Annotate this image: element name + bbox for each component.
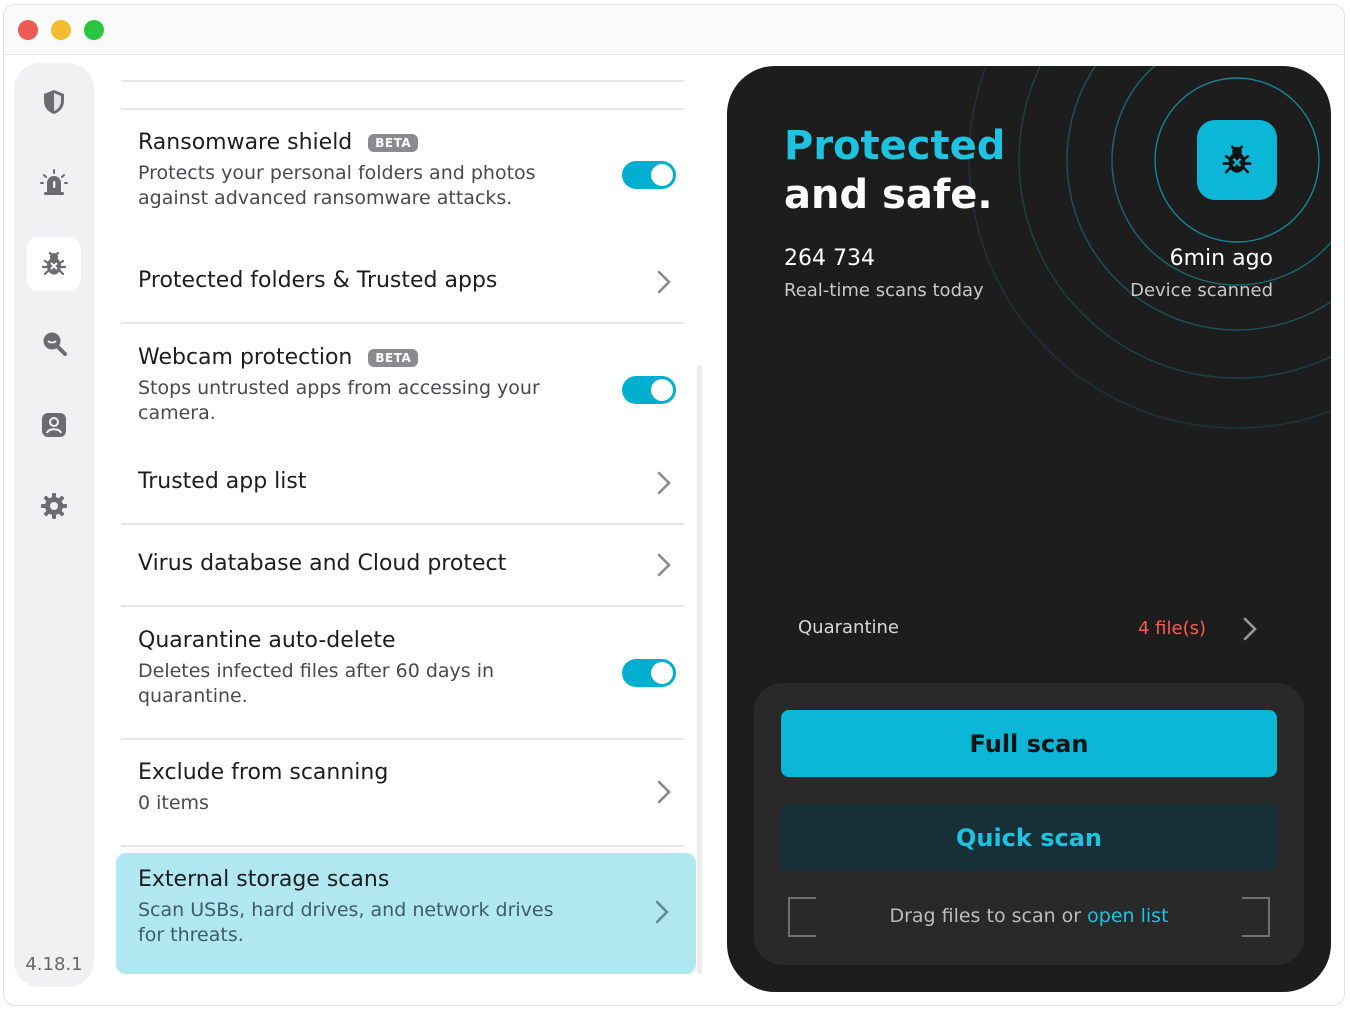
full-scan-button[interactable]: Full scan (781, 710, 1277, 777)
divider (121, 523, 684, 525)
drop-hint-text: Drag files to scan or (889, 905, 1082, 927)
beta-badge: BETA (368, 348, 419, 367)
sidebar-item-settings[interactable] (27, 479, 81, 533)
setting-webcam-protection: Webcam protection BETA Stops untrusted ap… (138, 345, 676, 426)
setting-quarantine-auto-delete: Quarantine auto-delete Deletes infected … (138, 628, 676, 709)
chevron-right-icon[interactable] (656, 780, 672, 804)
drop-hint: Drag files to scan or open list (788, 905, 1270, 927)
ransomware-shield-toggle[interactable] (622, 161, 676, 189)
setting-description: Stops untrusted apps from accessing your… (138, 377, 540, 424)
chevron-right-icon[interactable] (656, 270, 672, 294)
sidebar: 4.18.1 (14, 63, 94, 987)
divider (121, 108, 684, 110)
app-version: 4.18.1 (25, 954, 83, 975)
setting-exclude-from-scanning[interactable]: Exclude from scanning 0 items (138, 760, 676, 816)
last-scan-time: 6min ago (1169, 246, 1273, 271)
webcam-title: Webcam protection (138, 345, 353, 370)
gear-icon (41, 493, 67, 519)
protection-badge (1197, 120, 1277, 200)
setting-ransomware-shield: Ransomware shield BETA Protects your pers… (138, 130, 676, 211)
setting-title: Quarantine auto-delete (138, 628, 396, 653)
bug-icon (41, 251, 67, 276)
quarantine-count[interactable]: 4 file(s) (1138, 618, 1206, 639)
chevron-right-icon[interactable] (656, 471, 672, 495)
setting-virus-database[interactable]: Virus database and Cloud protect (138, 551, 676, 581)
chevron-right-icon[interactable] (1243, 617, 1257, 641)
status-title-line2: and safe. (784, 172, 993, 218)
setting-trusted-app-list[interactable]: Trusted app list (138, 469, 676, 499)
divider (121, 605, 684, 607)
setting-description: Protects your personal folders and photo… (138, 162, 536, 209)
divider (121, 80, 684, 82)
status-title-line1: Protected (784, 123, 1006, 169)
status-panel: Protected and safe. 264 734 Real-time sc… (727, 66, 1331, 992)
setting-title: Trusted app list (138, 469, 307, 494)
setting-external-storage-scans[interactable]: External storage scans Scan USBs, hard d… (116, 853, 696, 974)
chevron-right-icon[interactable] (654, 900, 670, 924)
title-bar (4, 5, 1344, 55)
sidebar-item-account[interactable] (27, 398, 81, 452)
user-icon (42, 413, 66, 437)
quarantine-label: Quarantine (798, 617, 899, 638)
setting-title: Webcam protection BETA (138, 345, 676, 370)
minimize-window-button[interactable] (51, 20, 71, 40)
sidebar-item-antivirus[interactable] (27, 237, 81, 291)
search-icon (43, 332, 67, 356)
settings-list: Ransomware shield BETA Protects your pers… (116, 63, 696, 987)
open-list-link[interactable]: open list (1087, 905, 1168, 927)
list-scrollbar[interactable] (697, 365, 702, 975)
setting-title: Virus database and Cloud protect (138, 551, 507, 576)
setting-description: Deletes infected files after 60 days in … (138, 660, 495, 707)
setting-description: 0 items (138, 792, 209, 814)
close-window-button[interactable] (18, 20, 38, 40)
ransomware-title: Ransomware shield (138, 130, 353, 155)
beta-badge: BETA (368, 133, 419, 152)
quick-scan-button[interactable]: Quick scan (781, 804, 1277, 871)
quarantine-auto-delete-toggle[interactable] (622, 659, 676, 687)
sidebar-item-protection[interactable] (27, 75, 81, 129)
realtime-scans-label: Real-time scans today (784, 280, 984, 301)
setting-title: Ransomware shield BETA (138, 130, 676, 155)
setting-protected-folders[interactable]: Protected folders & Trusted apps (138, 268, 676, 298)
setting-description: Scan USBs, hard drives, and network driv… (138, 899, 554, 946)
realtime-scans-count: 264 734 (784, 246, 875, 271)
shield-icon (44, 90, 64, 114)
bug-icon (1222, 145, 1252, 174)
setting-title: External storage scans (138, 867, 390, 892)
setting-title: Exclude from scanning (138, 760, 389, 785)
zoom-window-button[interactable] (84, 20, 104, 40)
divider (121, 845, 684, 847)
last-scan-label: Device scanned (1130, 280, 1273, 301)
divider (121, 322, 684, 324)
alarm-icon (40, 169, 68, 195)
setting-title: Protected folders & Trusted apps (138, 268, 498, 293)
webcam-protection-toggle[interactable] (622, 376, 676, 404)
divider (121, 738, 684, 740)
scan-actions: Full scan Quick scan Drag files to scan … (754, 683, 1304, 965)
chevron-right-icon[interactable] (656, 553, 672, 577)
sidebar-item-privacy[interactable] (27, 317, 81, 371)
drop-zone[interactable]: Drag files to scan or open list (788, 897, 1270, 937)
sidebar-item-alerts[interactable] (27, 156, 81, 210)
